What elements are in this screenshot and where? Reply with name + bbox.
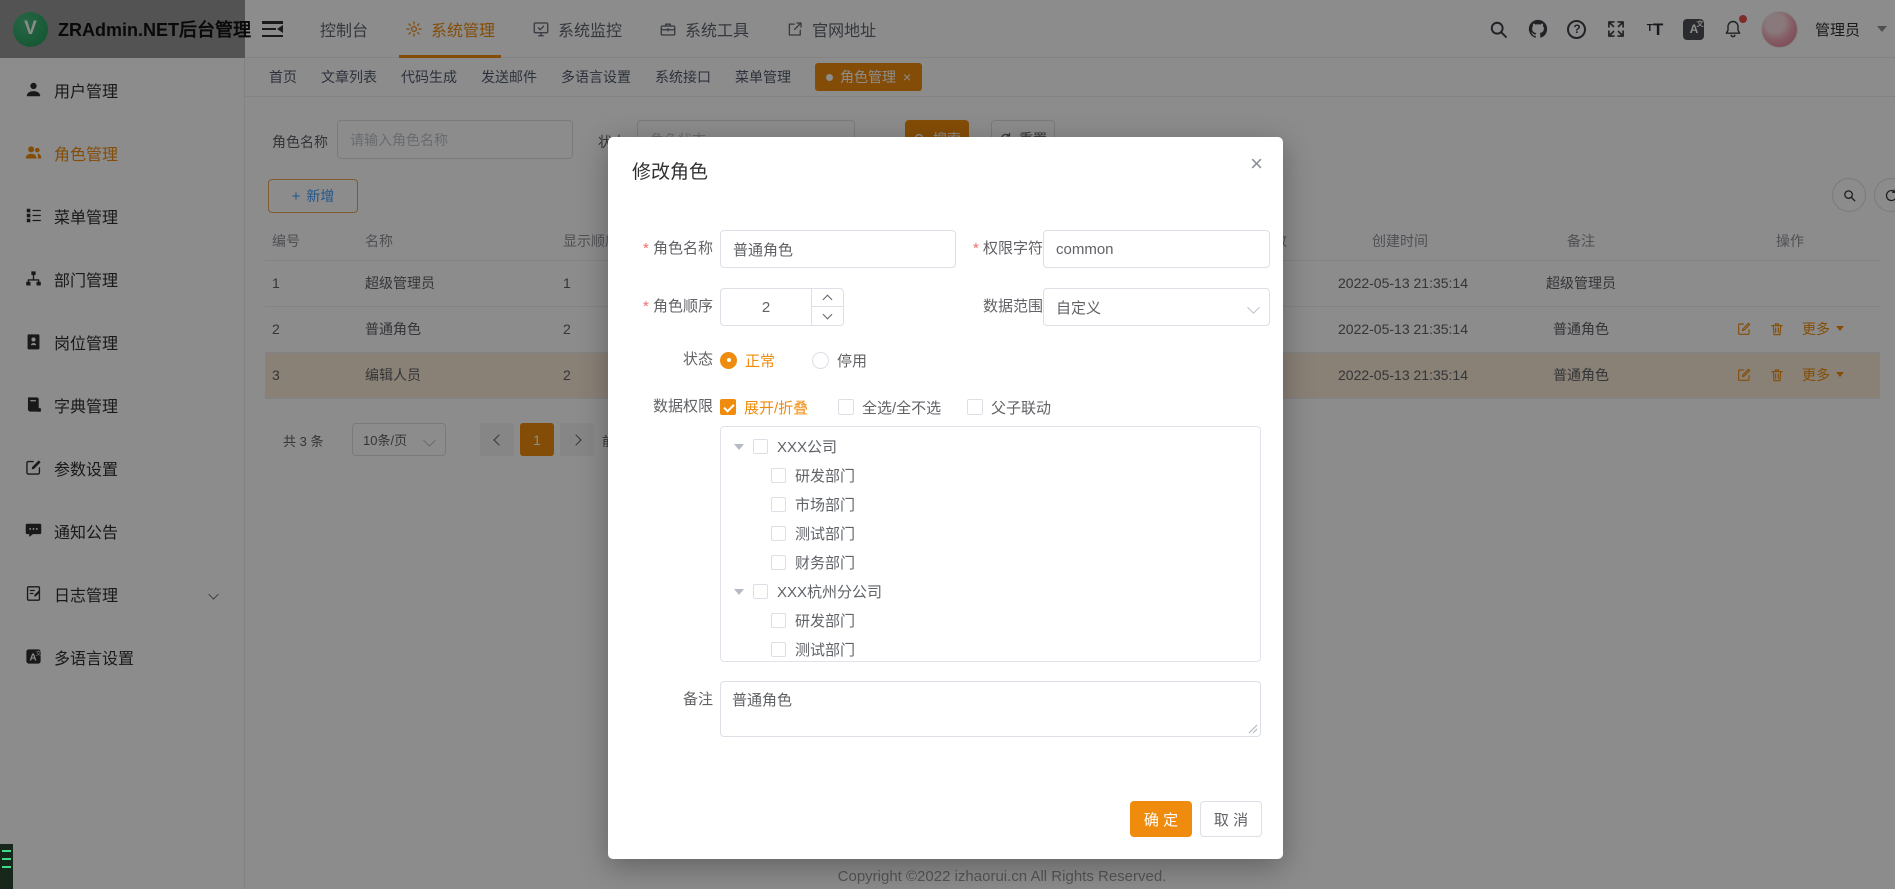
radio-icon bbox=[812, 352, 829, 369]
tree-node[interactable]: 测试部门 bbox=[721, 519, 1260, 548]
dialog-title: 修改角色 bbox=[632, 157, 708, 184]
department-tree: XXX公司 研发部门 市场部门 测试部门 财务部门 XXX杭州分公司 研发部门 bbox=[720, 426, 1261, 662]
tree-node[interactable]: 测试部门 bbox=[721, 635, 1260, 662]
perm-field-label: 数据权限 bbox=[608, 388, 713, 426]
tree-node-label: 测试部门 bbox=[795, 523, 855, 544]
radio-icon bbox=[720, 352, 737, 369]
checkbox-label: 展开/折叠 bbox=[744, 397, 808, 418]
scope-select-value: 自定义 bbox=[1056, 297, 1101, 318]
close-icon[interactable]: × bbox=[1250, 153, 1263, 175]
resize-handle-icon[interactable] bbox=[1248, 724, 1258, 734]
decrease-button[interactable] bbox=[812, 307, 843, 325]
role-order-field-label: 角色顺序 bbox=[608, 288, 713, 326]
radio-label: 正常 bbox=[745, 350, 775, 371]
tree-node[interactable]: 财务部门 bbox=[721, 548, 1260, 577]
role-order-value: 2 bbox=[721, 289, 811, 325]
tree-checkbox[interactable] bbox=[771, 468, 786, 483]
scope-select[interactable]: 自定义 bbox=[1043, 288, 1270, 326]
status-field-label: 状态 bbox=[608, 341, 713, 379]
checkbox-parent-child-link[interactable]: 父子联动 bbox=[967, 395, 1051, 419]
increase-button[interactable] bbox=[812, 289, 843, 307]
tree-node-label: 研发部门 bbox=[795, 610, 855, 631]
checkbox-label: 全选/全不选 bbox=[862, 397, 941, 418]
role-key-field-label: 权限字符 bbox=[956, 230, 1043, 268]
tree-node[interactable]: 市场部门 bbox=[721, 490, 1260, 519]
stepper-controls bbox=[811, 289, 843, 325]
tree-node[interactable]: 研发部门 bbox=[721, 461, 1260, 490]
tree-checkbox[interactable] bbox=[771, 613, 786, 628]
radio-label: 停用 bbox=[837, 350, 867, 371]
role-key-field[interactable] bbox=[1056, 241, 1257, 258]
remark-field-label: 备注 bbox=[608, 681, 713, 719]
tree-expand-icon[interactable] bbox=[734, 589, 744, 595]
remark-textarea[interactable]: 普通角色 bbox=[720, 681, 1261, 737]
radio-status-normal[interactable]: 正常 bbox=[720, 348, 775, 372]
checkbox-label: 父子联动 bbox=[991, 397, 1051, 418]
tree-checkbox[interactable] bbox=[771, 555, 786, 570]
scope-field-label: 数据范围 bbox=[956, 288, 1043, 326]
role-name-field-label: 角色名称 bbox=[608, 230, 713, 268]
tree-checkbox[interactable] bbox=[771, 526, 786, 541]
tree-node[interactable]: XXX公司 bbox=[721, 432, 1260, 461]
tree-node[interactable]: XXX杭州分公司 bbox=[721, 577, 1260, 606]
edit-role-dialog: 修改角色 × 角色名称 权限字符 角色顺序 2 数据范围 自定义 状态 正常 停… bbox=[608, 137, 1283, 859]
tree-checkbox[interactable] bbox=[771, 497, 786, 512]
cancel-button-label: 取 消 bbox=[1214, 809, 1248, 830]
checkbox-icon bbox=[838, 399, 854, 415]
role-name-field[interactable] bbox=[733, 241, 943, 258]
tree-checkbox[interactable] bbox=[753, 439, 768, 454]
checkbox-icon bbox=[967, 399, 983, 415]
tree-node[interactable]: 研发部门 bbox=[721, 606, 1260, 635]
tree-node-label: 研发部门 bbox=[795, 465, 855, 486]
corner-widget bbox=[0, 844, 13, 889]
checkbox-expand-collapse[interactable]: 展开/折叠 bbox=[720, 395, 808, 419]
tree-node-label: 财务部门 bbox=[795, 552, 855, 573]
role-key-field-wrap bbox=[1043, 230, 1270, 268]
confirm-button-label: 确 定 bbox=[1144, 809, 1178, 830]
checkbox-select-all[interactable]: 全选/全不选 bbox=[838, 395, 941, 419]
remark-textarea-wrap: 普通角色 bbox=[720, 681, 1261, 737]
tree-node-label: 市场部门 bbox=[795, 494, 855, 515]
tree-expand-icon[interactable] bbox=[734, 444, 744, 450]
tree-node-label: 测试部门 bbox=[795, 639, 855, 660]
cancel-button[interactable]: 取 消 bbox=[1200, 801, 1262, 837]
role-order-stepper[interactable]: 2 bbox=[720, 288, 844, 326]
radio-status-disabled[interactable]: 停用 bbox=[812, 348, 867, 372]
confirm-button[interactable]: 确 定 bbox=[1130, 801, 1192, 837]
role-name-field-wrap bbox=[720, 230, 956, 268]
tree-node-label: XXX公司 bbox=[777, 436, 837, 457]
tree-node-label: XXX杭州分公司 bbox=[777, 581, 882, 602]
tree-checkbox[interactable] bbox=[753, 584, 768, 599]
tree-checkbox[interactable] bbox=[771, 642, 786, 657]
checkbox-icon bbox=[720, 399, 736, 415]
chevron-down-icon bbox=[1247, 301, 1260, 314]
